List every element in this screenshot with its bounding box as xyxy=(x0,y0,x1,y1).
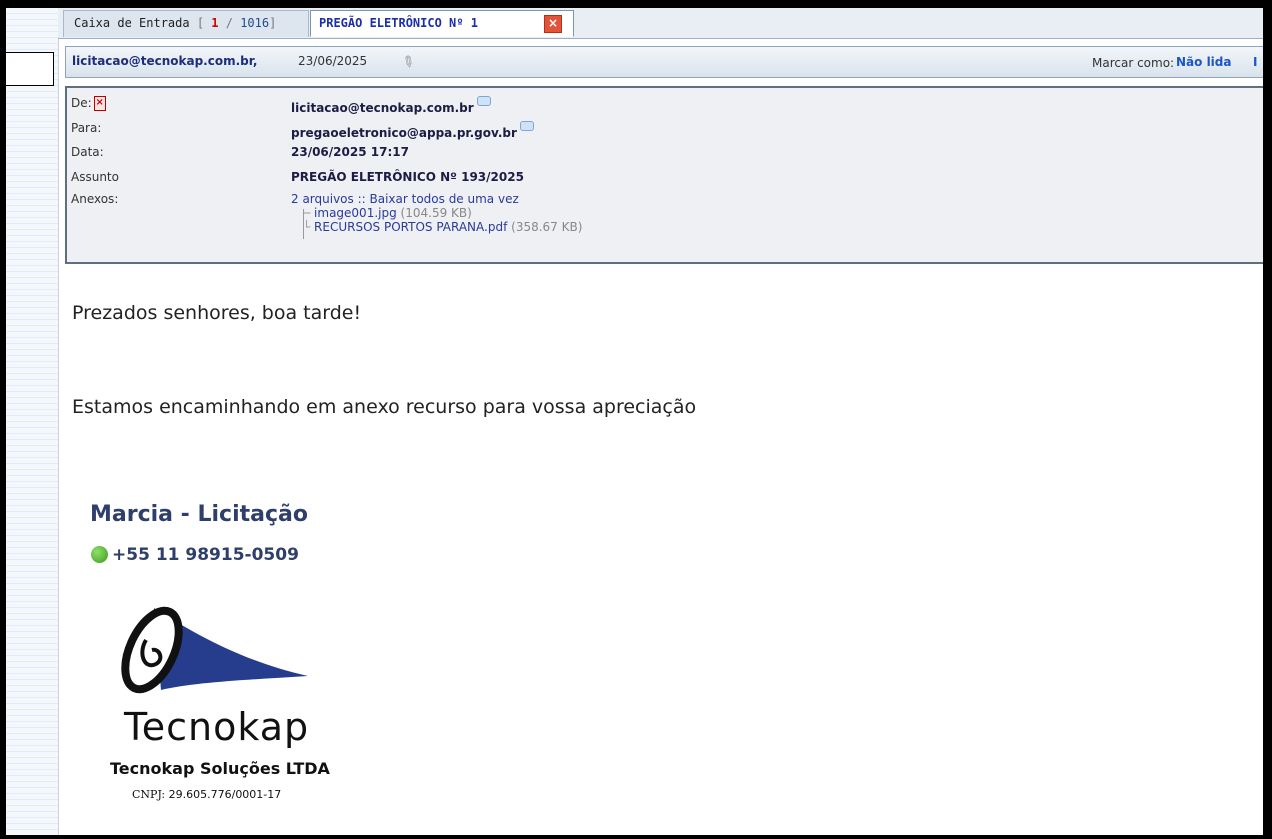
from-label-text: De: xyxy=(71,96,92,110)
add-contact-icon[interactable] xyxy=(519,121,534,131)
message-headers: De: × licitacao@tecnokap.com.br Para: pre… xyxy=(65,86,1263,264)
date-label: Data: xyxy=(71,145,104,159)
attachment-name[interactable]: image001.jpg xyxy=(314,206,397,220)
body-greeting: Prezados senhores, boa tarde! xyxy=(72,302,362,324)
attachment-name[interactable]: RECURSOS PORTOS PARANA.pdf xyxy=(314,220,507,234)
tab-message-label: PREGÃO ELETRÔNICO Nº 1 xyxy=(319,16,478,30)
add-contact-icon[interactable] xyxy=(476,96,491,106)
phone-icon xyxy=(91,546,108,563)
left-sidebar-strip xyxy=(6,8,59,835)
close-tab-icon[interactable]: × xyxy=(544,15,562,33)
cnpj-value: 29.605.776/0001-17 xyxy=(168,788,282,801)
message-from-summary[interactable]: licitacao@tecnokap.com.br, xyxy=(72,54,257,68)
tab-message[interactable]: PREGÃO ELETRÔNICO Nº 1 xyxy=(310,10,574,37)
signature-name: Marcia - Licitação xyxy=(90,502,308,527)
mark-as-more-link[interactable]: I xyxy=(1253,55,1257,69)
header-row-date: Data: 23/06/2025 17:17 xyxy=(67,145,1263,167)
signature-phone: +55 11 98915-0509 xyxy=(112,545,299,565)
subject-label: Assunto xyxy=(71,170,119,184)
message-toolbar: licitacao@tecnokap.com.br, 23/06/2025 ✎ … xyxy=(65,46,1263,78)
tab-inbox-bracket-open: [ xyxy=(196,16,212,30)
paperclip-icon: ✎ xyxy=(397,51,419,73)
attachment-item[interactable]: ─ image001.jpg (104.59 KB) xyxy=(303,206,472,220)
to-address[interactable]: pregaoeletronico@appa.pr.gov.br xyxy=(291,126,517,140)
tab-inbox-unread-count: 1 xyxy=(211,16,219,30)
to-label: Para: xyxy=(71,121,102,135)
from-value[interactable]: licitacao@tecnokap.com.br xyxy=(291,96,491,115)
company-cnpj: CNPJ: 29.605.776/0001-17 xyxy=(132,788,281,801)
mark-as-label: Marcar como: xyxy=(1092,56,1175,70)
header-row-attachments: Anexos: 2 arquivos :: Baixar todos de um… xyxy=(67,192,1263,214)
attachment-size: (358.67 KB) xyxy=(511,220,583,234)
download-all-attachments-link[interactable]: 2 arquivos :: Baixar todos de uma vez xyxy=(291,192,519,206)
header-row-to: Para: pregaoeletronico@appa.pr.gov.br xyxy=(67,121,1263,143)
tab-inbox-total-count: 1016 xyxy=(240,16,270,30)
tab-inbox-label: Caixa de Entrada xyxy=(74,16,190,30)
outside-frame-box xyxy=(6,52,54,86)
tab-bar: Caixa de Entrada [ 1 / 1016] PREGÃO ELET… xyxy=(58,8,1263,39)
cnpj-label: CNPJ: xyxy=(132,788,166,801)
tree-branch: ─ xyxy=(303,206,315,220)
subject-value: PREGÃO ELETRÔNICO Nº 193/2025 xyxy=(291,170,524,184)
attachment-size: (104.59 KB) xyxy=(400,206,472,220)
to-value[interactable]: pregaoeletronico@appa.pr.gov.br xyxy=(291,121,534,140)
tab-inbox-bracket-close: ] xyxy=(269,16,277,30)
attachments-label: Anexos: xyxy=(71,192,119,206)
date-value: 23/06/2025 17:17 xyxy=(291,145,409,159)
tab-inbox[interactable]: Caixa de Entrada [ 1 / 1016] xyxy=(63,10,309,37)
brand-name: Tecnokap xyxy=(124,705,310,749)
from-label: De: × xyxy=(71,96,106,111)
header-row-from: De: × licitacao@tecnokap.com.br xyxy=(67,96,1263,118)
mark-as-unread-link[interactable]: Não lida xyxy=(1176,55,1231,69)
tree-branch: └ xyxy=(303,220,315,234)
from-address[interactable]: licitacao@tecnokap.com.br xyxy=(291,101,474,115)
tecnokap-logo-icon xyxy=(121,606,308,694)
body-text: Estamos encaminhando em anexo recurso pa… xyxy=(72,396,697,418)
message-date-summary: 23/06/2025 xyxy=(298,54,368,68)
tab-inbox-slash: / xyxy=(218,16,241,30)
no-photo-icon: × xyxy=(93,96,106,111)
email-window: Caixa de Entrada [ 1 / 1016] PREGÃO ELET… xyxy=(0,0,1272,839)
attachment-item[interactable]: └ RECURSOS PORTOS PARANA.pdf (358.67 KB) xyxy=(303,220,582,234)
header-row-subject: Assunto PREGÃO ELETRÔNICO Nº 193/2025 xyxy=(67,170,1263,192)
company-name: Tecnokap Soluções LTDA xyxy=(110,759,330,778)
